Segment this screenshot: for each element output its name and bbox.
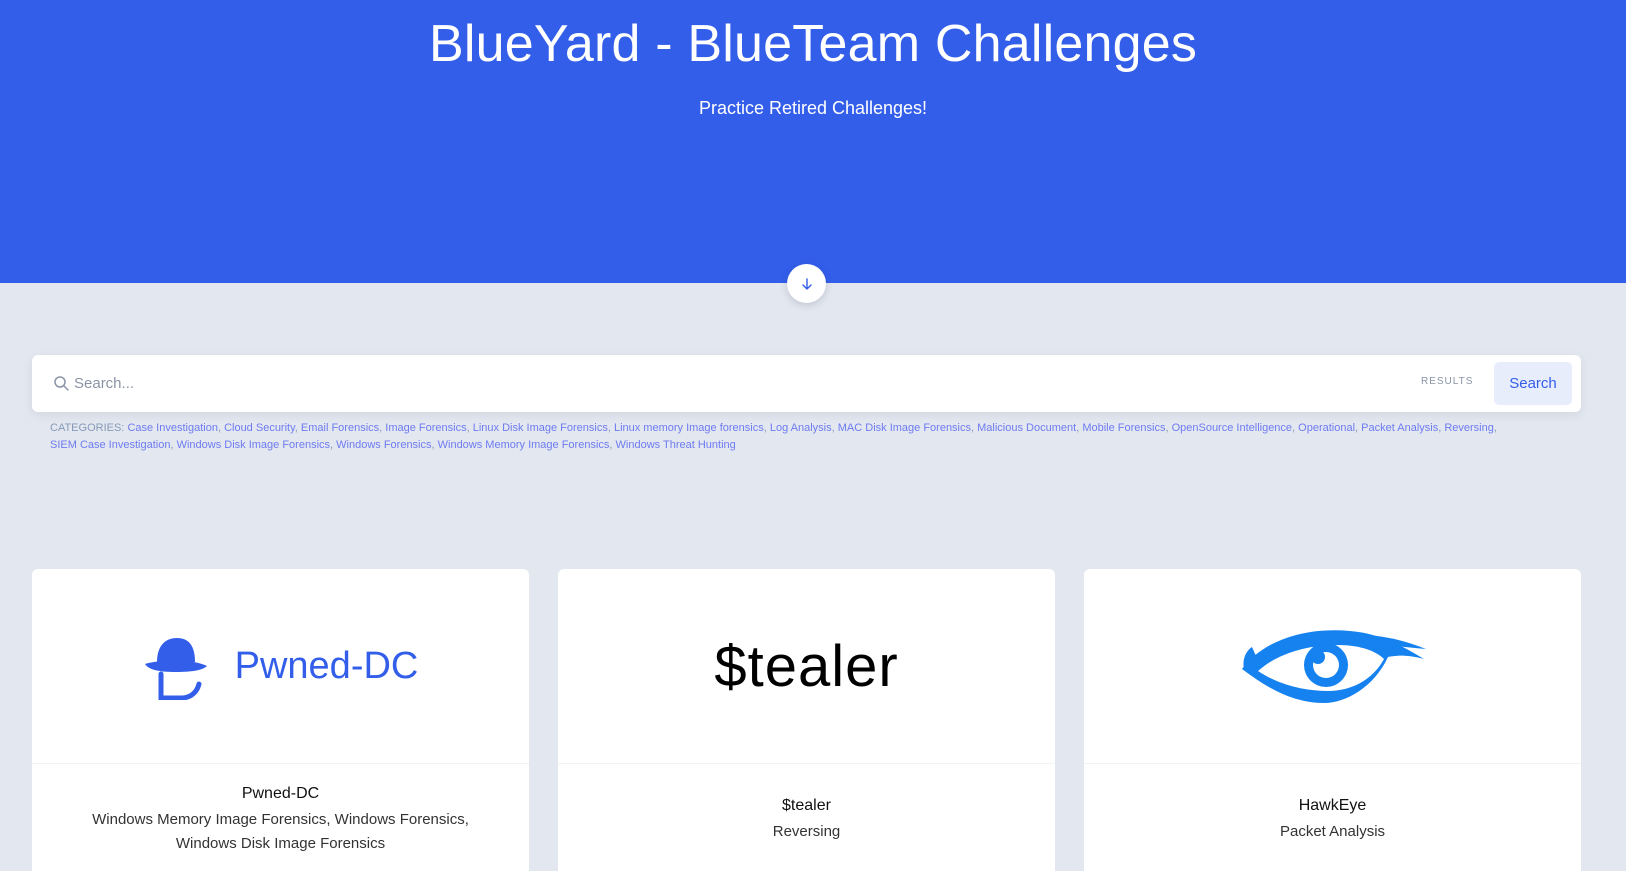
category-separator: , — [294, 422, 298, 434]
arrow-down-icon — [801, 277, 812, 290]
card-logo-text: $tealer — [714, 633, 899, 699]
page-subtitle: Practice Retired Challenges! — [698, 98, 928, 118]
card-body: Pwned-DC Windows Memory Image Forensics,… — [32, 765, 529, 871]
category-separator: , — [330, 439, 334, 451]
scroll-down-button[interactable] — [787, 264, 826, 303]
category-separator: , — [1292, 422, 1296, 434]
category-link[interactable]: Windows Forensics — [336, 439, 431, 451]
category-link[interactable]: Reversing — [1444, 422, 1494, 434]
category-link[interactable]: SIEM Case Investigation — [50, 439, 170, 451]
card-title[interactable]: $tealer — [782, 797, 831, 815]
category-separator: , — [831, 422, 835, 434]
card-image[interactable]: $tealer — [558, 569, 1055, 764]
category-link[interactable]: Email Forensics — [301, 422, 379, 434]
category-link[interactable]: Log Analysis — [770, 422, 832, 434]
card-categories: Windows Memory Image Forensics, Windows … — [92, 810, 469, 852]
category-separator: , — [609, 439, 613, 451]
category-separator: , — [1165, 422, 1169, 434]
category-link[interactable]: MAC Disk Image Forensics — [838, 422, 971, 434]
category-separator: , — [971, 422, 975, 434]
category-separator: , — [607, 422, 611, 434]
category-separator: , — [217, 422, 221, 434]
category-separator: , — [466, 422, 470, 434]
category-link[interactable]: Mobile Forensics — [1082, 422, 1165, 434]
category-separator: , — [1438, 422, 1442, 434]
card-body: $tealer Reversing — [558, 765, 1055, 871]
search-bar: RESULTS Search — [32, 355, 1581, 412]
category-link[interactable]: Operational — [1298, 422, 1355, 434]
category-link[interactable]: Linux memory Image forensics — [614, 422, 764, 434]
card-image[interactable] — [1084, 569, 1581, 764]
category-link[interactable]: Linux Disk Image Forensics — [473, 422, 608, 434]
search-button[interactable]: Search — [1494, 362, 1572, 405]
category-separator: , — [170, 439, 174, 451]
card-logo-text: Pwned-DC — [234, 644, 419, 687]
category-link[interactable]: Windows Disk Image Forensics — [177, 439, 330, 451]
challenge-card[interactable]: $tealer $tealer Reversing — [558, 569, 1055, 871]
card-image[interactable]: Pwned-DC — [32, 569, 529, 764]
category-link[interactable]: Image Forensics — [385, 422, 466, 434]
category-link[interactable]: Cloud Security — [224, 422, 295, 434]
category-link[interactable]: OpenSource Intelligence — [1172, 422, 1292, 434]
category-link[interactable]: Malicious Document — [977, 422, 1076, 434]
hat-logo-icon — [144, 638, 207, 700]
search-input[interactable] — [74, 366, 1374, 401]
category-separator: , — [1493, 422, 1497, 434]
category-link[interactable]: Windows Memory Image Forensics — [438, 439, 610, 451]
category-link[interactable]: Windows Threat Hunting — [616, 439, 736, 451]
category-separator: , — [1355, 422, 1359, 434]
card-title[interactable]: HawkEye — [1299, 797, 1367, 815]
category-link[interactable]: Packet Analysis — [1361, 422, 1438, 434]
category-separator: , — [763, 422, 767, 434]
category-link[interactable]: Case Investigation — [127, 422, 218, 434]
challenge-card[interactable]: Pwned-DC Pwned-DC Windows Memory Image F… — [32, 569, 529, 871]
challenge-card[interactable]: HawkEye Packet Analysis — [1084, 569, 1581, 871]
eye-logo-icon — [1241, 630, 1426, 703]
page-title: BlueYard - BlueTeam Challenges — [428, 15, 1198, 73]
category-separator: , — [431, 439, 435, 451]
categories-list: CATEGORIES: Case Investigation, Cloud Se… — [50, 420, 1520, 454]
card-categories: Packet Analysis — [1279, 822, 1386, 840]
search-icon — [54, 376, 69, 391]
card-body: HawkEye Packet Analysis — [1084, 765, 1581, 871]
card-categories: Reversing — [772, 822, 841, 840]
card-title[interactable]: Pwned-DC — [242, 785, 319, 803]
category-separator: , — [379, 422, 383, 434]
results-label: RESULTS — [1421, 376, 1474, 387]
categories-label: CATEGORIES: — [50, 422, 125, 434]
category-separator: , — [1076, 422, 1080, 434]
hero-banner: BlueYard - BlueTeam Challenges Practice … — [0, 0, 1626, 283]
